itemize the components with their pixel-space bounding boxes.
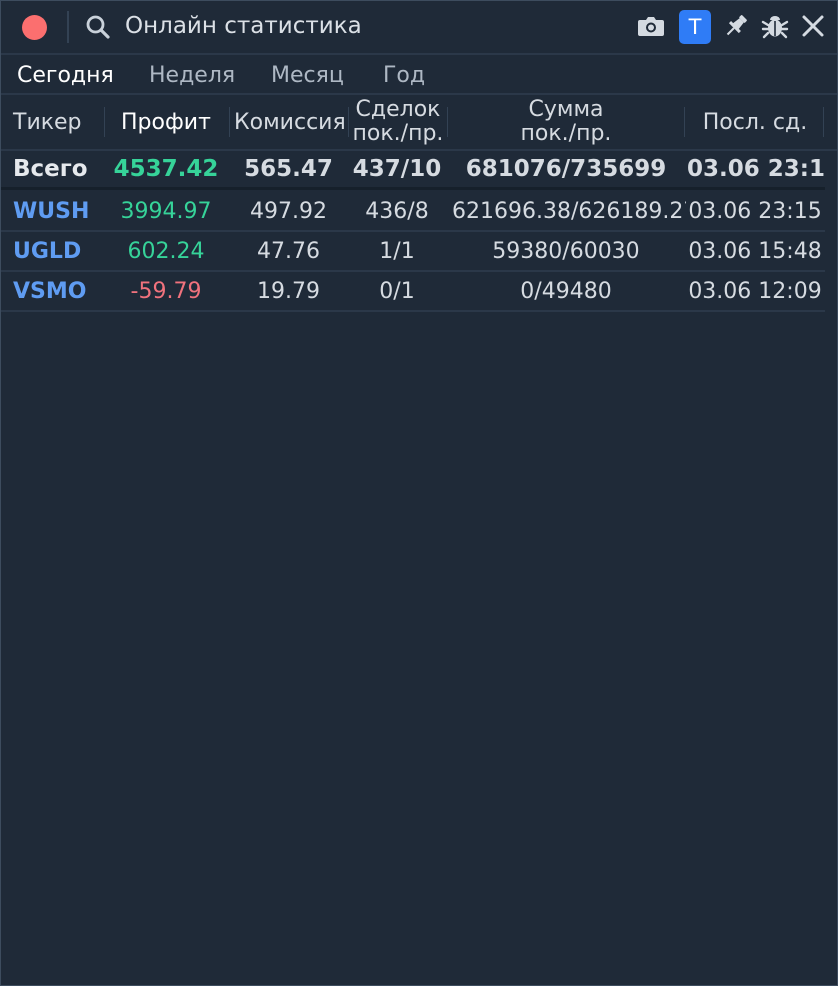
column-sum-line1: Сумма xyxy=(528,97,604,122)
column-separator xyxy=(447,107,448,137)
row-deals: 1/1 xyxy=(379,238,415,264)
tab-today[interactable]: Сегодня xyxy=(17,63,114,88)
row-deals: 0/1 xyxy=(379,278,415,304)
table-row[interactable]: UGLD 602.24 47.76 1/1 59380/60030 03.06 … xyxy=(1,232,825,272)
pin-icon[interactable] xyxy=(721,11,751,41)
column-ticker[interactable]: Тикер xyxy=(13,111,82,135)
table-row[interactable]: WUSH 3994.97 497.92 436/8 621696.38/6261… xyxy=(1,192,825,232)
column-separator xyxy=(348,107,349,137)
row-commission: 19.79 xyxy=(257,278,320,304)
column-deals-line1: Сделок xyxy=(355,97,441,122)
tab-month[interactable]: Месяц xyxy=(271,63,344,88)
t-toggle-button[interactable]: T xyxy=(679,10,711,44)
tab-week[interactable]: Неделя xyxy=(149,63,235,88)
row-sum: 621696.38/626189.27 xyxy=(452,198,686,224)
column-separator xyxy=(104,107,105,137)
column-sum-line2: пок./пр. xyxy=(520,121,612,146)
column-separator xyxy=(684,107,685,137)
row-ticker[interactable]: VSMO xyxy=(1,272,113,310)
column-profit[interactable]: Профит xyxy=(121,111,211,135)
row-last-deal: 03.06 12:09 xyxy=(688,278,822,304)
row-profit: -59.79 xyxy=(130,278,202,304)
row-sum: 0/49480 xyxy=(520,278,612,304)
total-separator xyxy=(1,187,825,190)
total-last-deal: 03.06 23:15 xyxy=(687,156,825,182)
search-icon[interactable] xyxy=(85,14,111,40)
row-profit: 602.24 xyxy=(127,238,205,264)
total-label: Всего xyxy=(13,156,88,182)
table-row[interactable]: VSMO -59.79 19.79 0/1 0/49480 03.06 12:0… xyxy=(1,272,825,312)
stats-window: Онлайн статистика T Сегодня Неделя Месяц… xyxy=(0,0,838,986)
row-profit: 3994.97 xyxy=(120,198,212,224)
column-commission[interactable]: Комиссия xyxy=(234,111,346,135)
column-separator xyxy=(823,107,824,137)
bug-icon[interactable] xyxy=(760,11,790,41)
tab-year[interactable]: Год xyxy=(383,63,425,88)
title-divider xyxy=(67,11,69,43)
close-window-button[interactable] xyxy=(22,15,47,40)
total-deals: 437/10 xyxy=(352,156,442,182)
row-ticker[interactable]: UGLD xyxy=(1,232,113,270)
total-sum: 681076/735699 xyxy=(465,156,667,182)
close-icon[interactable] xyxy=(798,11,828,41)
row-sum: 59380/60030 xyxy=(492,238,640,264)
table-header: Тикер Профит Комиссия Сделок пок./пр. Су… xyxy=(1,95,837,151)
column-deals-line2: пок./пр. xyxy=(352,121,444,146)
row-ticker[interactable]: WUSH xyxy=(1,192,113,230)
total-commission: 565.47 xyxy=(244,156,333,182)
column-sum[interactable]: Сумма пок./пр. xyxy=(449,98,683,146)
row-commission: 47.76 xyxy=(257,238,320,264)
column-deals[interactable]: Сделок пок./пр. xyxy=(351,98,445,146)
period-tabs: Сегодня Неделя Месяц Год xyxy=(1,55,837,95)
row-commission: 497.92 xyxy=(250,198,327,224)
title-bar: Онлайн статистика T xyxy=(1,1,837,55)
window-title: Онлайн статистика xyxy=(125,13,362,39)
row-last-deal: 03.06 23:15 xyxy=(688,198,822,224)
total-row: Всего 4537.42 565.47 437/10 681076/73569… xyxy=(1,151,825,187)
row-deals: 436/8 xyxy=(365,198,429,224)
column-separator xyxy=(229,107,230,137)
row-last-deal: 03.06 15:48 xyxy=(688,238,822,264)
camera-icon[interactable] xyxy=(636,11,666,41)
column-last-deal[interactable]: Посл. сд. xyxy=(687,111,823,135)
total-profit: 4537.42 xyxy=(113,156,219,182)
